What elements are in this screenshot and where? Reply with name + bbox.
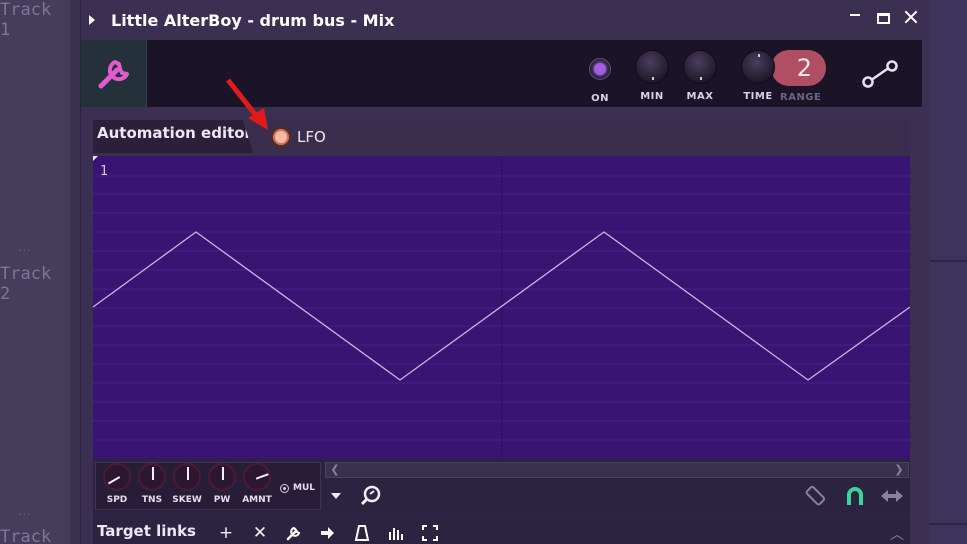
min-knob-group: MIN xyxy=(635,50,669,102)
pw-label: PW xyxy=(213,495,231,505)
time-label: TIME xyxy=(743,91,773,102)
minimize-icon[interactable] xyxy=(849,10,863,24)
track-label-2: Track 2 xyxy=(0,264,52,304)
track-lane-column: Track 1 ··· Track 2 ··· Track 3 xyxy=(0,0,70,544)
lfo-radio-button[interactable] xyxy=(271,127,291,147)
wrench-icon[interactable] xyxy=(283,523,305,543)
window-menu-arrow-icon[interactable] xyxy=(89,15,95,25)
metronome-icon[interactable] xyxy=(351,523,373,543)
tns-knob[interactable] xyxy=(138,463,166,491)
zoom-icon[interactable] xyxy=(360,485,381,506)
window-title: Little AlterBoy - drum bus - Mix xyxy=(111,10,395,30)
track-resize-handle-1[interactable]: ··· xyxy=(18,244,32,257)
amnt-knob[interactable] xyxy=(243,463,271,491)
scroll-right-icon[interactable]: ❯ xyxy=(890,463,908,477)
magnet-icon[interactable] xyxy=(847,487,863,505)
wrench-button[interactable] xyxy=(81,40,147,107)
target-links-bar: Target links + ✕ ︿ xyxy=(93,520,910,544)
range-selector[interactable]: 2 xyxy=(771,50,826,86)
plugin-header: ON MIN MAX 2 TIME RANGE xyxy=(81,40,922,107)
plot-grid-label: 1 xyxy=(100,164,108,179)
horizontal-scrollbar[interactable]: ❮ ❯ xyxy=(325,462,909,478)
on-toggle[interactable] xyxy=(589,58,611,80)
annotation-arrow-icon xyxy=(226,78,268,130)
amnt-knob-group: AMNT xyxy=(240,463,274,509)
track-label-1: Track 1 xyxy=(0,0,52,40)
wrench-icon xyxy=(98,60,129,89)
pw-knob[interactable] xyxy=(208,463,236,491)
tab-target-links[interactable]: Target links xyxy=(93,522,196,540)
plugin-window: Little AlterBoy - drum bus - Mix ON MIN … xyxy=(80,0,930,544)
lfo-knob-panel: SPD TNS SKEW PW AMNT MUL xyxy=(95,462,321,510)
scroll-left-icon[interactable]: ❮ xyxy=(326,463,344,477)
resize-horizontal-icon[interactable] xyxy=(881,490,903,502)
track-label-3: Track 3 xyxy=(0,527,52,544)
link-icon[interactable] xyxy=(861,58,901,94)
pencil-icon[interactable] xyxy=(805,485,826,506)
right-track-lane xyxy=(930,0,967,544)
collapse-chevron-icon[interactable]: ︿ xyxy=(890,524,904,544)
min-label: MIN xyxy=(640,91,664,102)
max-label: MAX xyxy=(686,91,714,102)
skew-knob-group: SKEW xyxy=(170,463,204,509)
equalizer-icon[interactable] xyxy=(385,523,407,543)
time-knob[interactable] xyxy=(741,50,775,84)
max-knob[interactable] xyxy=(683,50,717,84)
link-target-icon[interactable] xyxy=(317,523,339,543)
lfo-label: LFO xyxy=(297,128,326,146)
lfo-toggle[interactable]: LFO xyxy=(271,127,326,147)
min-knob[interactable] xyxy=(635,50,669,84)
mul-label: MUL xyxy=(293,483,315,493)
plus-icon[interactable]: + xyxy=(215,523,237,543)
skew-label: SKEW xyxy=(172,495,202,505)
mul-toggle[interactable]: MUL xyxy=(280,483,315,493)
track-divider xyxy=(930,523,967,525)
editor-toolbar xyxy=(325,483,909,511)
amnt-label: AMNT xyxy=(242,495,272,505)
tns-knob-group: TNS xyxy=(135,463,169,509)
window-titlebar[interactable]: Little AlterBoy - drum bus - Mix xyxy=(81,0,930,40)
time-knob-group: TIME xyxy=(741,50,775,102)
automation-plot[interactable]: 1 xyxy=(93,156,910,459)
track-divider xyxy=(930,260,967,262)
fullscreen-icon[interactable] xyxy=(419,523,441,543)
automation-editor-panel: Automation editor LFO 1 SPD TNS SKEW PW … xyxy=(93,120,910,544)
pw-knob-group: PW xyxy=(205,463,239,509)
dropdown-arrow-icon[interactable] xyxy=(331,493,341,499)
max-knob-group: MAX xyxy=(683,50,717,102)
skew-knob[interactable] xyxy=(173,463,201,491)
mul-radio[interactable] xyxy=(280,483,289,493)
delete-icon[interactable]: ✕ xyxy=(249,523,271,543)
range-label: RANGE xyxy=(780,92,822,103)
window-shadow xyxy=(70,0,80,544)
spd-knob[interactable] xyxy=(103,463,131,491)
range-value: 2 xyxy=(796,54,812,82)
spd-label: SPD xyxy=(106,495,128,505)
tns-label: TNS xyxy=(141,495,163,505)
track-resize-handle-2[interactable]: ··· xyxy=(18,508,32,521)
editor-bottom-bar: SPD TNS SKEW PW AMNT MUL ❮ ❯ xyxy=(93,459,910,513)
spd-knob-group: SPD xyxy=(100,463,134,509)
maximize-icon[interactable] xyxy=(877,12,890,24)
on-label: ON xyxy=(591,93,609,104)
on-toggle-group: ON xyxy=(589,52,611,104)
close-icon[interactable] xyxy=(904,10,918,24)
